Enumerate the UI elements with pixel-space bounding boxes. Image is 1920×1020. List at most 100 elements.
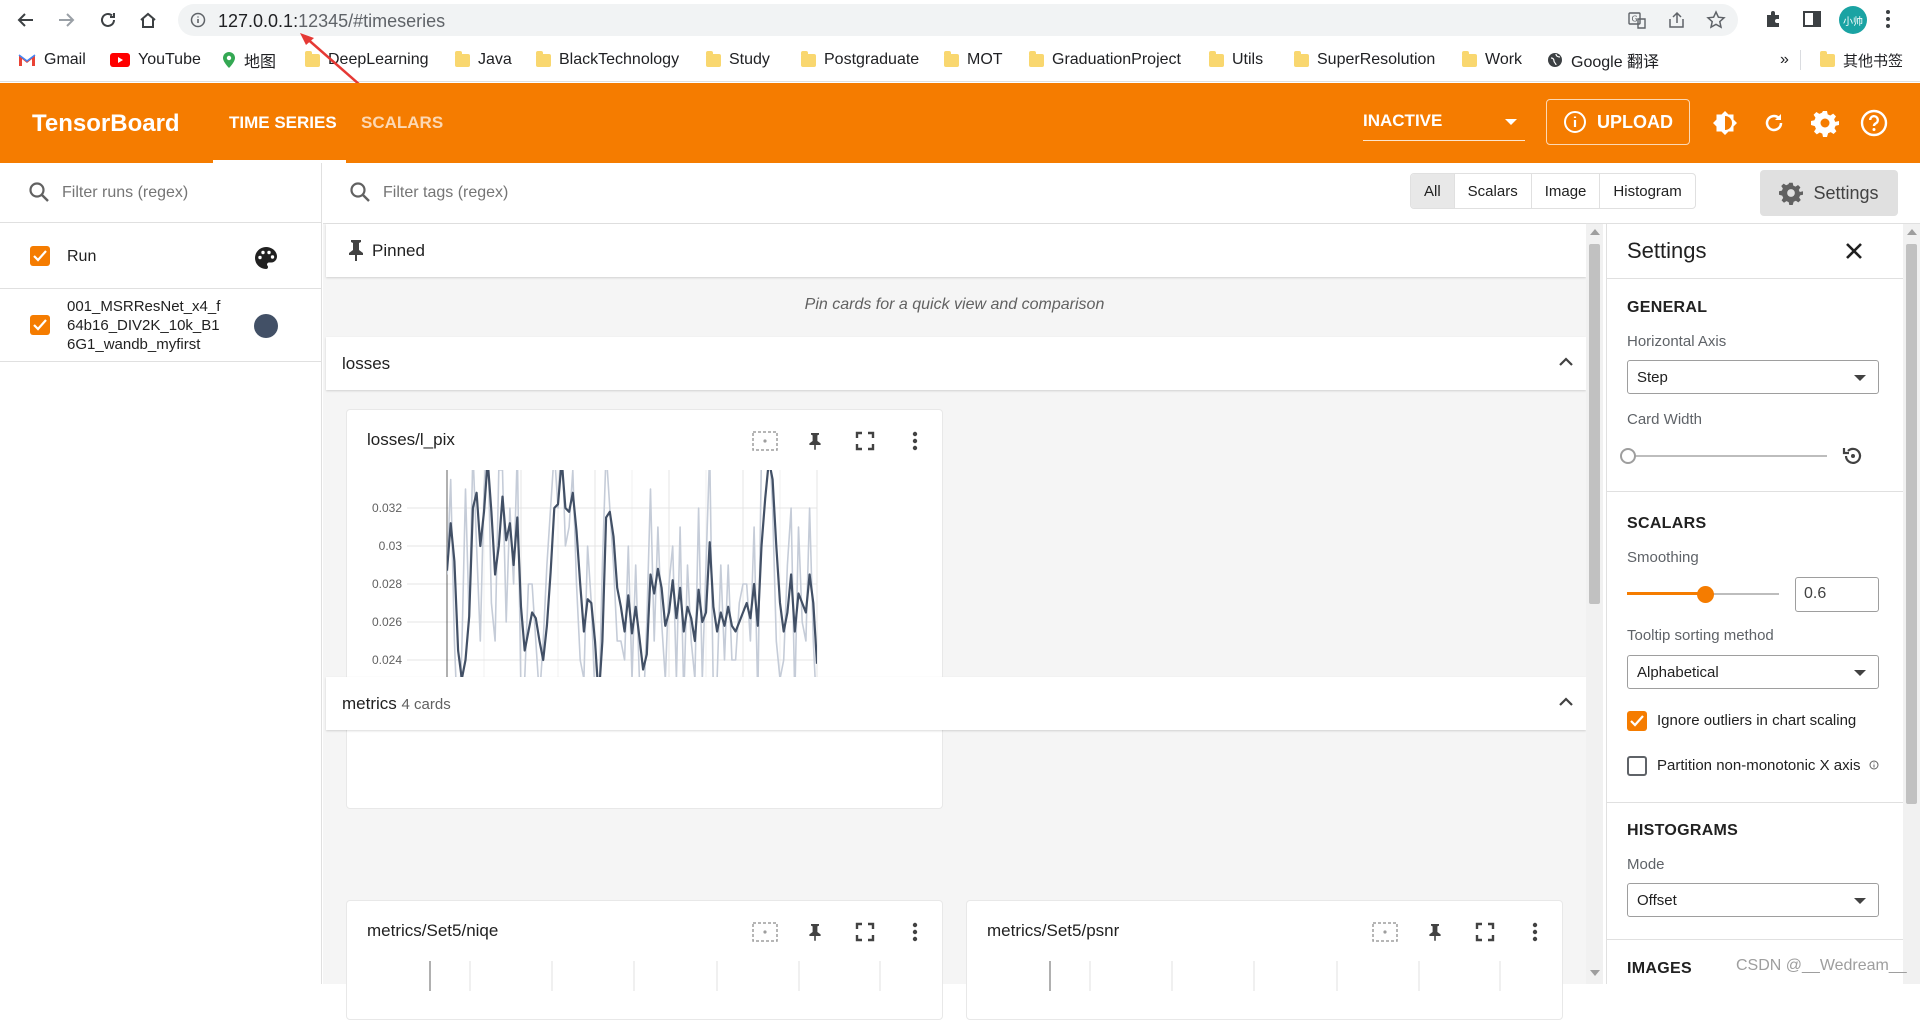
filter-image-button[interactable]: Image bbox=[1530, 174, 1600, 208]
bookmark-postgraduate[interactable]: Postgraduate bbox=[801, 47, 919, 73]
group-header-metrics[interactable]: metrics 4 cards bbox=[326, 677, 1586, 730]
more-bookmarks-button[interactable]: » bbox=[1780, 47, 1789, 73]
pin-card-button[interactable] bbox=[1421, 919, 1449, 945]
select-all-runs-checkbox[interactable] bbox=[30, 246, 50, 266]
group-header-losses[interactable]: losses bbox=[326, 337, 1586, 390]
fit-domain-button[interactable] bbox=[1371, 919, 1399, 945]
browser-menu-icon[interactable] bbox=[1884, 9, 1892, 29]
smoothing-input[interactable]: 0.6 bbox=[1795, 577, 1879, 612]
translate-icon[interactable]: G bbox=[1628, 11, 1646, 29]
filter-scalars-button[interactable]: Scalars bbox=[1453, 174, 1531, 208]
card-menu-button[interactable] bbox=[901, 428, 929, 454]
scrollbar-thumb[interactable] bbox=[1906, 244, 1917, 804]
share-icon[interactable] bbox=[1668, 11, 1686, 29]
bookmark-star-icon[interactable] bbox=[1706, 10, 1726, 30]
plugin-select[interactable]: INACTIVE bbox=[1363, 111, 1525, 141]
side-panel-icon[interactable] bbox=[1802, 9, 1822, 29]
mode-label: Mode bbox=[1627, 856, 1665, 873]
settings-gear-button[interactable] bbox=[1810, 108, 1840, 138]
pin-card-button[interactable] bbox=[801, 428, 829, 454]
chevron-up-icon[interactable] bbox=[1557, 693, 1575, 711]
scroll-up-arrow-icon[interactable] bbox=[1590, 229, 1600, 235]
pinned-title: Pinned bbox=[372, 241, 425, 260]
settings-scrollbar[interactable] bbox=[1903, 224, 1920, 984]
fullsize-button[interactable] bbox=[851, 919, 879, 945]
horizontal-axis-select[interactable]: Step bbox=[1627, 360, 1879, 394]
reset-icon[interactable] bbox=[1841, 444, 1865, 468]
tensorboard-logo[interactable]: TensorBoard bbox=[32, 110, 180, 138]
upload-button[interactable]: UPLOAD bbox=[1546, 99, 1690, 145]
tab-scalars[interactable]: SCALARS bbox=[361, 113, 443, 133]
run-checkbox[interactable] bbox=[30, 315, 50, 335]
info-icon[interactable] bbox=[190, 12, 206, 28]
fullsize-button[interactable] bbox=[851, 428, 879, 454]
tooltip-sort-select[interactable]: Alphabetical bbox=[1627, 655, 1879, 689]
chevron-up-icon[interactable] bbox=[1557, 353, 1575, 371]
ignore-outliers-checkbox[interactable] bbox=[1627, 711, 1647, 731]
bookmark-superresolution[interactable]: SuperResolution bbox=[1294, 47, 1435, 73]
bookmark-utils[interactable]: Utils bbox=[1209, 47, 1263, 73]
smoothing-slider-thumb[interactable] bbox=[1696, 586, 1714, 603]
reload-data-button[interactable] bbox=[1759, 108, 1789, 138]
card-menu-button[interactable] bbox=[901, 919, 929, 945]
reload-button[interactable] bbox=[94, 6, 122, 34]
scrollbar-thumb[interactable] bbox=[1589, 244, 1600, 604]
runs-filter-bar[interactable]: Filter runs (regex) bbox=[0, 163, 321, 223]
bookmark-java[interactable]: Java bbox=[455, 47, 512, 73]
bookmark-graduationproject[interactable]: GraduationProject bbox=[1029, 47, 1181, 73]
horizontal-axis-value: Step bbox=[1637, 369, 1668, 386]
fit-domain-button[interactable] bbox=[751, 428, 779, 454]
histogram-mode-select[interactable]: Offset bbox=[1627, 883, 1879, 917]
theme-toggle-button[interactable] bbox=[1710, 108, 1740, 138]
folder-icon bbox=[706, 50, 721, 67]
bookmark-gmail[interactable]: Gmail bbox=[18, 47, 86, 73]
bookmark-maps[interactable]: 地图 bbox=[222, 47, 276, 73]
pin-icon bbox=[1429, 924, 1441, 941]
bookmark-label: YouTube bbox=[138, 51, 201, 68]
scroll-down-arrow-icon[interactable] bbox=[1590, 970, 1600, 976]
bookmark-other[interactable]: 其他书签 bbox=[1820, 47, 1903, 73]
scalars-heading: SCALARS bbox=[1627, 515, 1707, 532]
bookmark-google-translate[interactable]: Google 翻译 bbox=[1547, 47, 1659, 73]
url-text[interactable]: 127.0.0.1:12345/#timeseries bbox=[218, 11, 445, 32]
fit-domain-button[interactable] bbox=[751, 919, 779, 945]
close-icon[interactable] bbox=[1844, 241, 1864, 261]
more-vert-icon bbox=[1532, 922, 1538, 942]
checkmark-icon bbox=[33, 250, 47, 262]
run-row[interactable]: 001_MSRResNet_x4_f 64b16_DIV2K_10k_B1 6G… bbox=[0, 289, 321, 362]
bookmark-blacktechnology[interactable]: BlackTechnology bbox=[536, 47, 679, 73]
help-button[interactable] bbox=[1859, 108, 1889, 138]
settings-toggle-button[interactable]: Settings bbox=[1760, 170, 1898, 216]
help-small-icon[interactable] bbox=[1869, 760, 1879, 770]
fullsize-button[interactable] bbox=[1471, 919, 1499, 945]
filter-histogram-button[interactable]: Histogram bbox=[1599, 174, 1694, 208]
main-toolbar: Filter tags (regex) All Scalars Image Hi… bbox=[323, 163, 1920, 224]
partition-x-axis-checkbox[interactable] bbox=[1627, 756, 1647, 776]
bookmark-work[interactable]: Work bbox=[1462, 47, 1522, 73]
palette-icon[interactable] bbox=[253, 245, 279, 271]
runs-filter-input[interactable]: Filter runs (regex) bbox=[62, 184, 188, 202]
y-tick-label: 0.028 bbox=[372, 577, 402, 591]
filter-all-button[interactable]: All bbox=[1411, 174, 1454, 208]
back-button[interactable] bbox=[12, 6, 40, 34]
tags-filter-input[interactable]: Filter tags (regex) bbox=[383, 184, 508, 202]
card-width-slider-track[interactable] bbox=[1627, 455, 1827, 457]
pin-icon bbox=[809, 924, 821, 941]
bookmark-study[interactable]: Study bbox=[706, 47, 770, 73]
pin-card-button[interactable] bbox=[801, 919, 829, 945]
bookmark-mot[interactable]: MOT bbox=[944, 47, 1003, 73]
card-width-slider-thumb[interactable] bbox=[1620, 448, 1636, 464]
card-menu-button[interactable] bbox=[1521, 919, 1549, 945]
fullscreen-icon bbox=[855, 922, 875, 942]
run-color-swatch[interactable] bbox=[254, 314, 278, 338]
tab-time-series[interactable]: TIME SERIES bbox=[229, 113, 337, 133]
extensions-icon[interactable] bbox=[1763, 9, 1783, 29]
cards-scrollbar[interactable] bbox=[1586, 224, 1603, 984]
home-button[interactable] bbox=[134, 6, 162, 34]
search-icon bbox=[350, 182, 370, 202]
card-toolbar bbox=[751, 919, 929, 945]
bookmark-youtube[interactable]: YouTube bbox=[110, 47, 201, 73]
profile-avatar[interactable]: 小帅 bbox=[1839, 6, 1867, 34]
scroll-up-arrow-icon[interactable] bbox=[1907, 229, 1917, 235]
forward-button[interactable] bbox=[52, 6, 80, 34]
